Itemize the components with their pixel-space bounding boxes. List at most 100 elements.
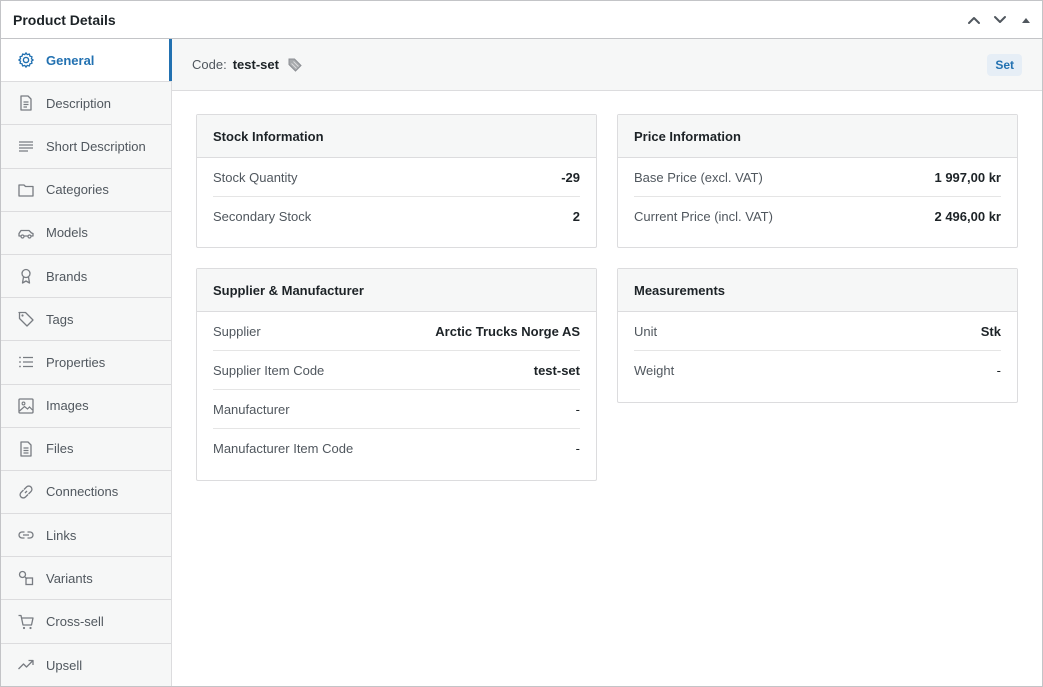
product-type-badge: Set [987,54,1022,76]
sidebar-item-brands[interactable]: Brands [1,255,171,299]
sidebar-item-tags[interactable]: Tags [1,298,171,342]
image-icon [17,397,35,415]
row-value: - [575,441,580,456]
sidebar-item-models[interactable]: Models [1,212,171,255]
row-value: test-set [533,362,580,378]
row-value: - [575,401,580,417]
panel-header-controls [966,1,1034,38]
row-label: Manufacturer Item Code [213,441,354,456]
card-title: Stock Information [197,115,596,158]
sidebar-item-label: Properties [46,354,106,370]
sidebar-item-label: Links [46,527,77,543]
table-row: Current Price (incl. VAT) 2 496,00 kr [634,197,1001,236]
sidebar-item-links[interactable]: Links [1,514,171,558]
sidebar-item-label: Models [46,225,88,241]
row-value: -29 [561,169,580,185]
row-label: Current Price (incl. VAT) [634,209,773,224]
row-value: 2 [572,209,580,224]
sidebar-item-label: Files [46,441,74,457]
row-value: 2 496,00 kr [934,209,1001,224]
price-information-card: Price Information Base Price (excl. VAT)… [617,114,1018,248]
sidebar-item-cross-sell[interactable]: Cross-sell [1,600,171,644]
row-label: Unit [634,323,658,339]
sidebar-item-categories[interactable]: Categories [1,169,171,212]
sidebar-item-label: Variants [46,570,93,586]
chevron-down-icon [994,15,1006,23]
variants-icon [17,569,35,587]
table-row: Secondary Stock 2 [213,197,580,236]
table-row: Supplier Arctic Trucks Norge AS [213,312,580,351]
award-icon [17,267,35,285]
row-label: Supplier Item Code [213,362,325,378]
row-value: 1 997,00 kr [934,169,1001,185]
row-label: Secondary Stock [213,209,312,224]
table-row: Manufacturer - [213,390,580,429]
folder-icon [17,181,35,199]
row-label: Supplier [213,323,261,339]
code-label: Code: [192,57,227,72]
card-title: Measurements [618,269,1017,312]
link-icon [17,526,35,544]
sidebar-item-label: Connections [46,484,119,500]
cart-icon [17,613,35,631]
sidebar-item-label: Description [46,95,112,111]
code-bar: Code: test-set Set [172,39,1042,91]
sidebar-item-label: Upsell [46,657,83,673]
row-label: Stock Quantity [213,169,298,185]
measurements-card: Measurements Unit Stk Weight - [617,268,1018,403]
sidebar-item-label: Categories [46,182,109,198]
tag-icon [17,310,35,328]
row-value: - [996,363,1001,378]
sidebar-item-description[interactable]: Description [1,82,171,126]
product-details-panel: Product Details General Description Shor… [0,0,1043,687]
sidebar-item-label: Images [46,398,89,414]
file-icon [17,440,35,458]
sidebar-item-properties[interactable]: Properties [1,341,171,385]
sidebar: General Description Short Description Ca… [1,39,172,686]
table-row: Weight - [634,351,1001,390]
collapse-toggle-button[interactable] [1018,12,1034,28]
move-down-button[interactable] [992,12,1008,28]
table-row: Manufacturer Item Code - [213,429,580,468]
row-label: Manufacturer [213,401,290,417]
table-row: Supplier Item Code test-set [213,351,580,390]
link-chain-icon [17,483,35,501]
panel-title: Product Details [13,11,116,28]
caret-up-icon [1022,17,1030,23]
sidebar-item-label: Brands [46,268,88,284]
supplier-manufacturer-card: Supplier & Manufacturer Supplier Arctic … [196,268,597,481]
sidebar-item-short-description[interactable]: Short Description [1,125,171,169]
move-up-button[interactable] [966,12,982,28]
table-row: Unit Stk [634,312,1001,351]
row-label: Weight [634,363,675,378]
list-icon [17,353,35,371]
card-title: Supplier & Manufacturer [197,269,596,312]
sidebar-item-files[interactable]: Files [1,428,171,471]
car-icon [17,224,35,242]
sidebar-item-upsell[interactable]: Upsell [1,644,171,687]
sidebar-item-label: Short Description [46,138,146,154]
sidebar-item-general[interactable]: General [1,39,172,83]
trend-up-icon [17,656,35,674]
gear-icon [17,51,35,69]
row-value: Stk [980,323,1001,339]
sidebar-item-connections[interactable]: Connections [1,471,171,515]
sidebar-item-variants[interactable]: Variants [1,557,171,601]
stock-information-card: Stock Information Stock Quantity -29 Sec… [196,114,597,248]
table-row: Stock Quantity -29 [213,158,580,197]
card-title: Price Information [618,115,1017,158]
sidebar-item-label: Tags [46,311,74,327]
lines-icon [17,137,35,155]
document-icon [17,94,35,112]
sidebar-item-images[interactable]: Images [1,385,171,428]
tag-icon[interactable] [287,57,303,73]
code-value: test-set [232,57,279,72]
sidebar-item-label: General [46,52,95,68]
chevron-up-icon [968,16,980,24]
panel-header: Product Details [1,1,1042,39]
row-label: Base Price (excl. VAT) [634,169,763,185]
sidebar-item-label: Cross-sell [46,614,104,630]
row-value: Arctic Trucks Norge AS [435,323,580,339]
table-row: Base Price (excl. VAT) 1 997,00 kr [634,158,1001,197]
main-content: Code: test-set Set Stock Information Sto… [172,39,1042,686]
